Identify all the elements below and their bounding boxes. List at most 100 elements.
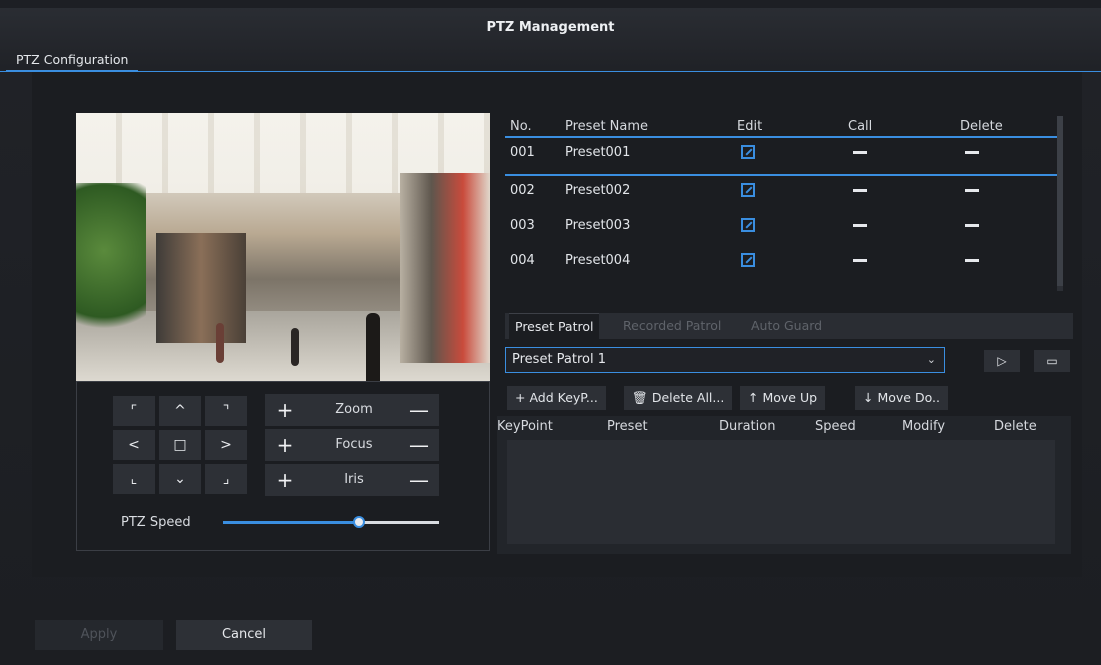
ptz-control-panel: ⌜ ^ ⌝ < □ > ⌞ ⌄ ⌟ + Zoom — + Focus — + I… — [76, 381, 490, 551]
dash-icon — [965, 189, 979, 192]
dash-icon — [965, 224, 979, 227]
ptz-speed-label: PTZ Speed — [121, 515, 191, 530]
tab-auto-guard[interactable]: Auto Guard — [745, 313, 828, 339]
move-up-label: Move Up — [762, 390, 818, 405]
delete-icon[interactable] — [965, 213, 979, 239]
preset-table-header: No. Preset Name Edit Call Delete — [505, 116, 1057, 138]
dash-icon — [965, 259, 979, 262]
focus-plus-button[interactable]: + — [265, 429, 305, 461]
zoom-out-button[interactable]: — — [399, 394, 439, 426]
dash-icon — [853, 224, 867, 227]
patrol-select[interactable]: Preset Patrol 1 ⌄ — [505, 347, 945, 373]
patrol-tab-bar: Preset Patrol Recorded Patrol Auto Guard — [505, 313, 1073, 339]
pan-left-button[interactable]: < — [113, 430, 155, 460]
home-button[interactable]: □ — [159, 430, 201, 460]
zoom-in-button[interactable]: + — [265, 394, 305, 426]
preset-no: 001 — [510, 145, 535, 160]
col-duration: Duration — [719, 419, 776, 434]
add-keypoint-button[interactable]: + Add KeyP... — [507, 386, 606, 410]
keypoint-table: KeyPoint Preset Duration Speed Modify De… — [497, 416, 1071, 554]
apply-button[interactable]: Apply — [35, 620, 163, 650]
edit-icon[interactable] — [741, 253, 755, 267]
table-row[interactable]: 003 Preset003 — [505, 213, 1057, 249]
tilt-down-button[interactable]: ⌄ — [159, 464, 201, 494]
pan-up-left-button[interactable]: ⌜ — [113, 396, 155, 426]
delete-all-label: Delete All... — [651, 390, 725, 405]
keypoint-table-body — [507, 440, 1055, 544]
pan-up-right-button[interactable]: ⌝ — [205, 396, 247, 426]
zoom-label: Zoom — [335, 402, 373, 417]
preset-name: Preset003 — [565, 218, 631, 233]
chevron-down-icon: ⌄ — [926, 353, 936, 366]
pan-down-right-button[interactable]: ⌟ — [205, 464, 247, 494]
delete-icon[interactable] — [965, 140, 979, 166]
call-icon[interactable] — [853, 213, 867, 239]
call-icon[interactable] — [853, 178, 867, 204]
arrow-down-icon: ↓ — [863, 390, 874, 405]
table-row[interactable]: 002 Preset002 — [505, 178, 1057, 214]
tab-ptz-configuration[interactable]: PTZ Configuration — [6, 50, 139, 72]
ptz-speed-handle[interactable] — [353, 516, 366, 528]
window-title: PTZ Management — [486, 20, 615, 35]
tab-recorded-patrol[interactable]: Recorded Patrol — [617, 313, 727, 339]
dash-icon — [853, 189, 867, 192]
col-no: No. — [510, 119, 532, 134]
iris-label: Iris — [344, 472, 364, 487]
col-speed: Speed — [815, 419, 856, 434]
tilt-up-button[interactable]: ^ — [159, 396, 201, 426]
live-video-preview[interactable] — [76, 113, 490, 381]
edit-icon[interactable] — [741, 248, 755, 274]
edit-icon[interactable] — [741, 218, 755, 232]
scrollbar-thumb[interactable] — [1057, 116, 1063, 286]
focus-minus-button[interactable]: — — [399, 429, 439, 461]
preset-name: Preset004 — [565, 253, 631, 268]
preset-no: 004 — [510, 253, 535, 268]
col-keypoint: KeyPoint — [497, 419, 553, 434]
dash-icon — [853, 259, 867, 262]
iris-plus-button[interactable]: + — [265, 464, 305, 496]
iris-minus-button[interactable]: — — [399, 464, 439, 496]
move-up-button[interactable]: ↑ Move Up — [740, 386, 826, 410]
col-preset: Preset — [607, 419, 648, 434]
ptz-speed-fill — [223, 521, 360, 524]
patrol-select-value: Preset Patrol 1 — [512, 352, 607, 367]
trash-icon: 🗑 — [632, 390, 648, 405]
col-preset-name: Preset Name — [565, 119, 649, 134]
edit-icon[interactable] — [741, 213, 755, 239]
stop-patrol-button[interactable]: ▭ — [1034, 350, 1070, 372]
preset-table-scrollbar[interactable] — [1057, 116, 1063, 291]
ptz-speed-slider[interactable] — [223, 516, 439, 528]
col-delete: Delete — [960, 119, 1003, 134]
focus-label: Focus — [335, 437, 373, 452]
call-icon[interactable] — [853, 140, 867, 166]
edit-icon[interactable] — [741, 178, 755, 204]
pan-down-left-button[interactable]: ⌞ — [113, 464, 155, 494]
delete-all-button[interactable]: 🗑 Delete All... — [624, 386, 733, 410]
move-down-label: Move Do.. — [877, 390, 940, 405]
table-row[interactable]: 001 Preset001 — [505, 140, 1057, 176]
tab-bar: PTZ Configuration — [0, 48, 1101, 72]
tab-preset-patrol[interactable]: Preset Patrol — [509, 313, 600, 339]
dash-icon — [853, 151, 867, 154]
keypoint-table-header: KeyPoint Preset Duration Speed Modify De… — [497, 416, 1071, 440]
table-row[interactable]: 004 Preset004 — [505, 248, 1057, 284]
focus-control: + Focus — — [265, 429, 439, 461]
edit-icon[interactable] — [741, 140, 755, 166]
col-modify: Modify — [902, 419, 946, 434]
delete-icon[interactable] — [965, 248, 979, 274]
play-patrol-button[interactable]: ▷ — [984, 350, 1020, 372]
call-icon[interactable] — [853, 248, 867, 274]
col-edit: Edit — [737, 119, 763, 134]
col-call: Call — [848, 119, 873, 134]
edit-icon[interactable] — [741, 145, 755, 159]
preset-name: Preset001 — [565, 145, 631, 160]
pan-right-button[interactable]: > — [205, 430, 247, 460]
iris-control: + Iris — — [265, 464, 439, 496]
zoom-control: + Zoom — — [265, 394, 439, 426]
delete-icon[interactable] — [965, 178, 979, 204]
move-down-button[interactable]: ↓ Move Do.. — [855, 386, 948, 410]
cancel-button[interactable]: Cancel — [176, 620, 312, 650]
preset-no: 003 — [510, 218, 535, 233]
edit-icon[interactable] — [741, 183, 755, 197]
preset-name: Preset002 — [565, 183, 631, 198]
